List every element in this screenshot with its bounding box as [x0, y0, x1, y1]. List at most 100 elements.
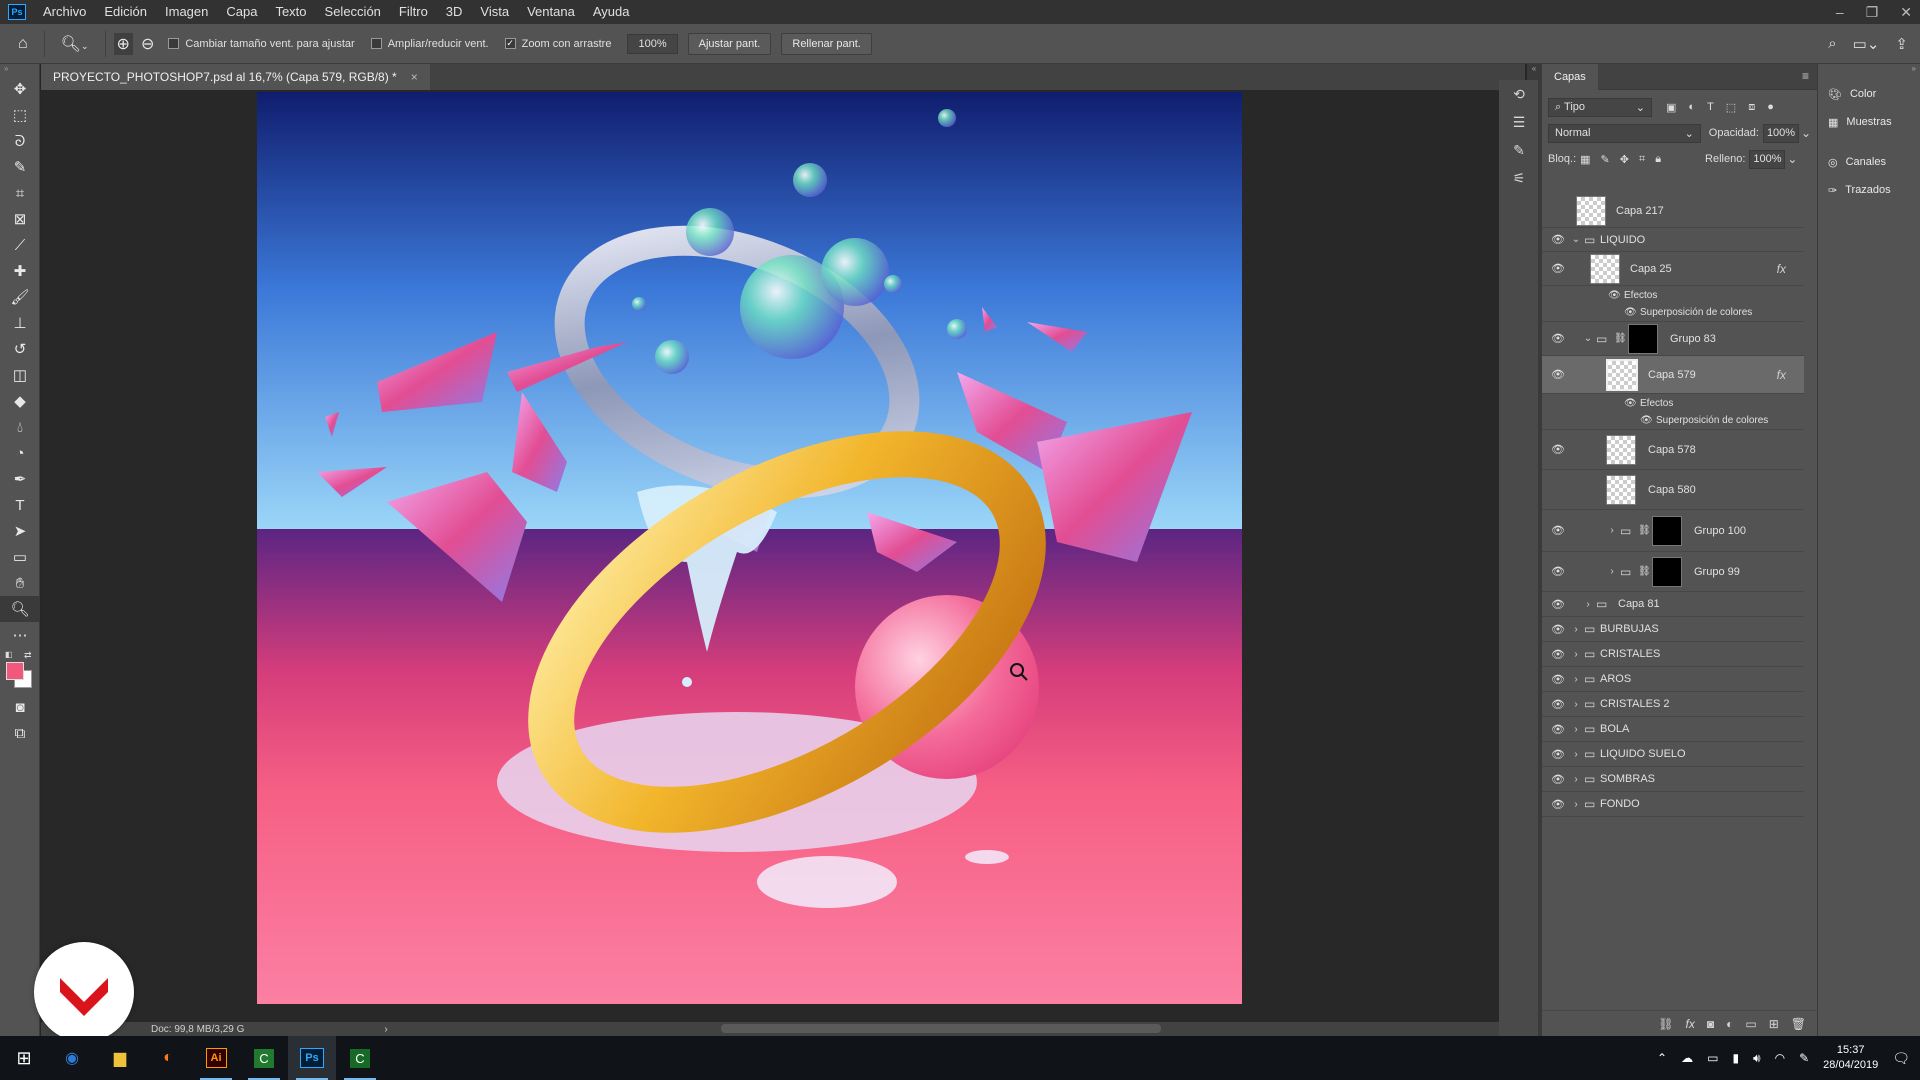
chevron-down-icon[interactable]: ⌄: [1582, 333, 1594, 344]
effect-item-row[interactable]: 👁︎ Superposición de colores: [1542, 412, 1804, 430]
effects-row[interactable]: 👁︎ Efectos: [1542, 394, 1804, 412]
close-tab-icon[interactable]: ×: [411, 64, 418, 90]
zoom-out-icon[interactable]: ⊖: [141, 34, 154, 54]
paths-panel-button[interactable]: ✑ Trazados: [1818, 176, 1920, 204]
visibility-eye-icon[interactable]: 👁︎: [1550, 798, 1566, 811]
cortana-icon[interactable]: ◉: [48, 1036, 96, 1080]
filter-smart-object-icon[interactable]: ⧈: [1748, 101, 1755, 114]
new-adjustment-icon[interactable]: ◐: [1726, 1017, 1733, 1031]
layer-group-row[interactable]: 👁︎ ⌄ ▭ ⛓︎ Grupo 83: [1542, 322, 1804, 356]
swatches-panel-button[interactable]: ▦ Muestras: [1818, 108, 1920, 136]
chevron-right-icon[interactable]: ›: [1570, 674, 1582, 685]
chevron-right-icon[interactable]: ›: [1570, 624, 1582, 635]
lock-position-icon[interactable]: ✥: [1620, 153, 1629, 166]
network-icon[interactable]: ▭: [1707, 1051, 1718, 1065]
menu-filtro[interactable]: Filtro: [390, 0, 437, 24]
add-mask-icon[interactable]: ◙: [1707, 1017, 1714, 1031]
pen-icon[interactable]: ✎: [1799, 1051, 1809, 1065]
chevron-down-icon[interactable]: ⌄: [1787, 152, 1797, 166]
swap-colors-icon[interactable]: ⇄: [24, 650, 32, 661]
visibility-eye-icon[interactable]: 👁︎: [1624, 398, 1637, 409]
opacity-input[interactable]: 100%: [1762, 123, 1799, 143]
illustrator-icon[interactable]: Ai: [192, 1036, 240, 1080]
visibility-eye-icon[interactable]: 👁︎: [1550, 648, 1566, 661]
layer-row-selected[interactable]: 👁︎ Capa 579 fx: [1542, 356, 1804, 394]
visibility-eye-icon[interactable]: 👁︎: [1550, 773, 1566, 786]
effects-row[interactable]: 👁︎ Efectos: [1542, 286, 1804, 304]
chevron-right-icon[interactable]: ›: [1570, 774, 1582, 785]
fill-input[interactable]: 100%: [1749, 149, 1786, 169]
menu-edicion[interactable]: Edición: [95, 0, 156, 24]
photoshop-taskbar-icon[interactable]: Ps: [288, 1036, 336, 1080]
layer-group-row[interactable]: 👁︎ › ▭ FONDO: [1542, 792, 1804, 817]
zoom-100-button[interactable]: 100%: [627, 33, 678, 54]
eraser-tool-icon[interactable]: ◫: [0, 362, 40, 388]
type-tool-icon[interactable]: T: [0, 492, 40, 518]
layer-row[interactable]: Capa 217: [1542, 194, 1804, 228]
link-layers-icon[interactable]: ⛓︎: [1658, 1017, 1673, 1031]
zoom-in-icon[interactable]: ⊕: [113, 32, 133, 55]
visibility-eye-icon[interactable]: 👁︎: [1550, 673, 1566, 686]
notifications-icon[interactable]: 🗨︎: [1892, 1050, 1910, 1067]
collapse-icon[interactable]: »: [0, 64, 39, 76]
battery-icon[interactable]: ▮: [1732, 1051, 1739, 1065]
layer-row[interactable]: Capa 580: [1542, 470, 1804, 510]
layer-group-row[interactable]: 👁︎ › ▭ ⛓︎ Grupo 99: [1542, 552, 1804, 592]
scrubby-zoom-checkbox[interactable]: ✓ Zoom con arrastre: [504, 38, 611, 50]
eyedropper-tool-icon[interactable]: ⟋: [0, 232, 40, 258]
menu-ayuda[interactable]: Ayuda: [584, 0, 639, 24]
filter-kind-select[interactable]: ⌕ Tipo ⌄: [1548, 97, 1652, 117]
history-panel-icon[interactable]: ⟲: [1499, 80, 1539, 108]
visibility-eye-icon[interactable]: 👁︎: [1550, 698, 1566, 711]
layer-row[interactable]: 👁︎ Capa 578: [1542, 430, 1804, 470]
chevron-down-icon[interactable]: ⌄: [1570, 234, 1582, 245]
brush-tool-icon[interactable]: 🖌︎: [0, 284, 40, 310]
visibility-eye-icon[interactable]: 👁︎: [1550, 233, 1566, 246]
visibility-eye-icon[interactable]: 👁︎: [1550, 748, 1566, 761]
hand-tool-icon[interactable]: ✋︎: [0, 570, 40, 596]
move-tool-icon[interactable]: ✥: [0, 76, 40, 102]
tab-layers[interactable]: Capas: [1542, 64, 1598, 90]
camtasia-icon[interactable]: C: [240, 1036, 288, 1080]
visibility-off-placeholder[interactable]: [1553, 484, 1563, 495]
new-layer-icon[interactable]: ⊞: [1769, 1017, 1779, 1031]
filter-toggle-icon[interactable]: ●: [1767, 101, 1774, 114]
menu-archivo[interactable]: Archivo: [34, 0, 95, 24]
layer-group-row[interactable]: 👁︎ › ▭ ⛓︎ Grupo 100: [1542, 510, 1804, 552]
add-style-fx-icon[interactable]: fx: [1686, 1017, 1695, 1031]
visibility-eye-icon[interactable]: 👁︎: [1608, 290, 1621, 301]
canvas-area[interactable]: [41, 90, 1525, 1022]
close-icon[interactable]: ✕: [1900, 0, 1912, 24]
lock-artboard-icon[interactable]: ⌗: [1639, 153, 1645, 166]
effects-fx-icon[interactable]: fx: [1777, 262, 1786, 276]
visibility-eye-icon[interactable]: 👁︎: [1550, 443, 1566, 456]
fit-screen-button[interactable]: Ajustar pant.: [687, 32, 772, 55]
panel-menu-icon[interactable]: ≡: [1802, 69, 1809, 83]
crop-tool-icon[interactable]: ⌗: [0, 180, 40, 206]
zoom-tool-icon[interactable]: 🔍︎: [0, 596, 40, 622]
doc-size-status[interactable]: Doc: 99,8 MB/3,29 G: [151, 1024, 244, 1035]
chevron-right-icon[interactable]: ›: [1582, 599, 1594, 610]
default-colors-icon[interactable]: ◧: [5, 650, 13, 659]
search-icon[interactable]: ⌕: [1828, 35, 1836, 53]
layer-group-row[interactable]: 👁︎ › ▭ CRISTALES 2: [1542, 692, 1804, 717]
filter-shape-icon[interactable]: ⬚: [1726, 101, 1736, 114]
visibility-eye-icon[interactable]: 👁︎: [1550, 262, 1566, 275]
pen-tool-icon[interactable]: ✒: [0, 466, 40, 492]
wifi-icon[interactable]: ◠: [1775, 1051, 1785, 1065]
frame-tool-icon[interactable]: ⊠: [0, 206, 40, 232]
menu-seleccion[interactable]: Selección: [316, 0, 390, 24]
history-brush-tool-icon[interactable]: ↺: [0, 336, 40, 362]
zoom-all-windows-checkbox[interactable]: Ampliar/reducir vent.: [370, 38, 489, 50]
visibility-eye-icon[interactable]: 👁︎: [1550, 565, 1566, 578]
rectangle-tool-icon[interactable]: ▭: [0, 544, 40, 570]
visibility-eye-icon[interactable]: 👁︎: [1550, 368, 1566, 381]
lock-pixels-icon[interactable]: ✎: [1601, 153, 1610, 166]
chevron-right-icon[interactable]: ›: [1570, 749, 1582, 760]
paint-bucket-tool-icon[interactable]: ◆: [0, 388, 40, 414]
lasso-tool-icon[interactable]: ᘐ: [0, 128, 40, 154]
visibility-eye-icon[interactable]: 👁︎: [1550, 598, 1566, 611]
filter-pixel-icon[interactable]: ▣: [1666, 101, 1676, 114]
filter-adjustment-icon[interactable]: ◐: [1688, 101, 1695, 114]
camtasia-recorder-icon[interactable]: C: [336, 1036, 384, 1080]
